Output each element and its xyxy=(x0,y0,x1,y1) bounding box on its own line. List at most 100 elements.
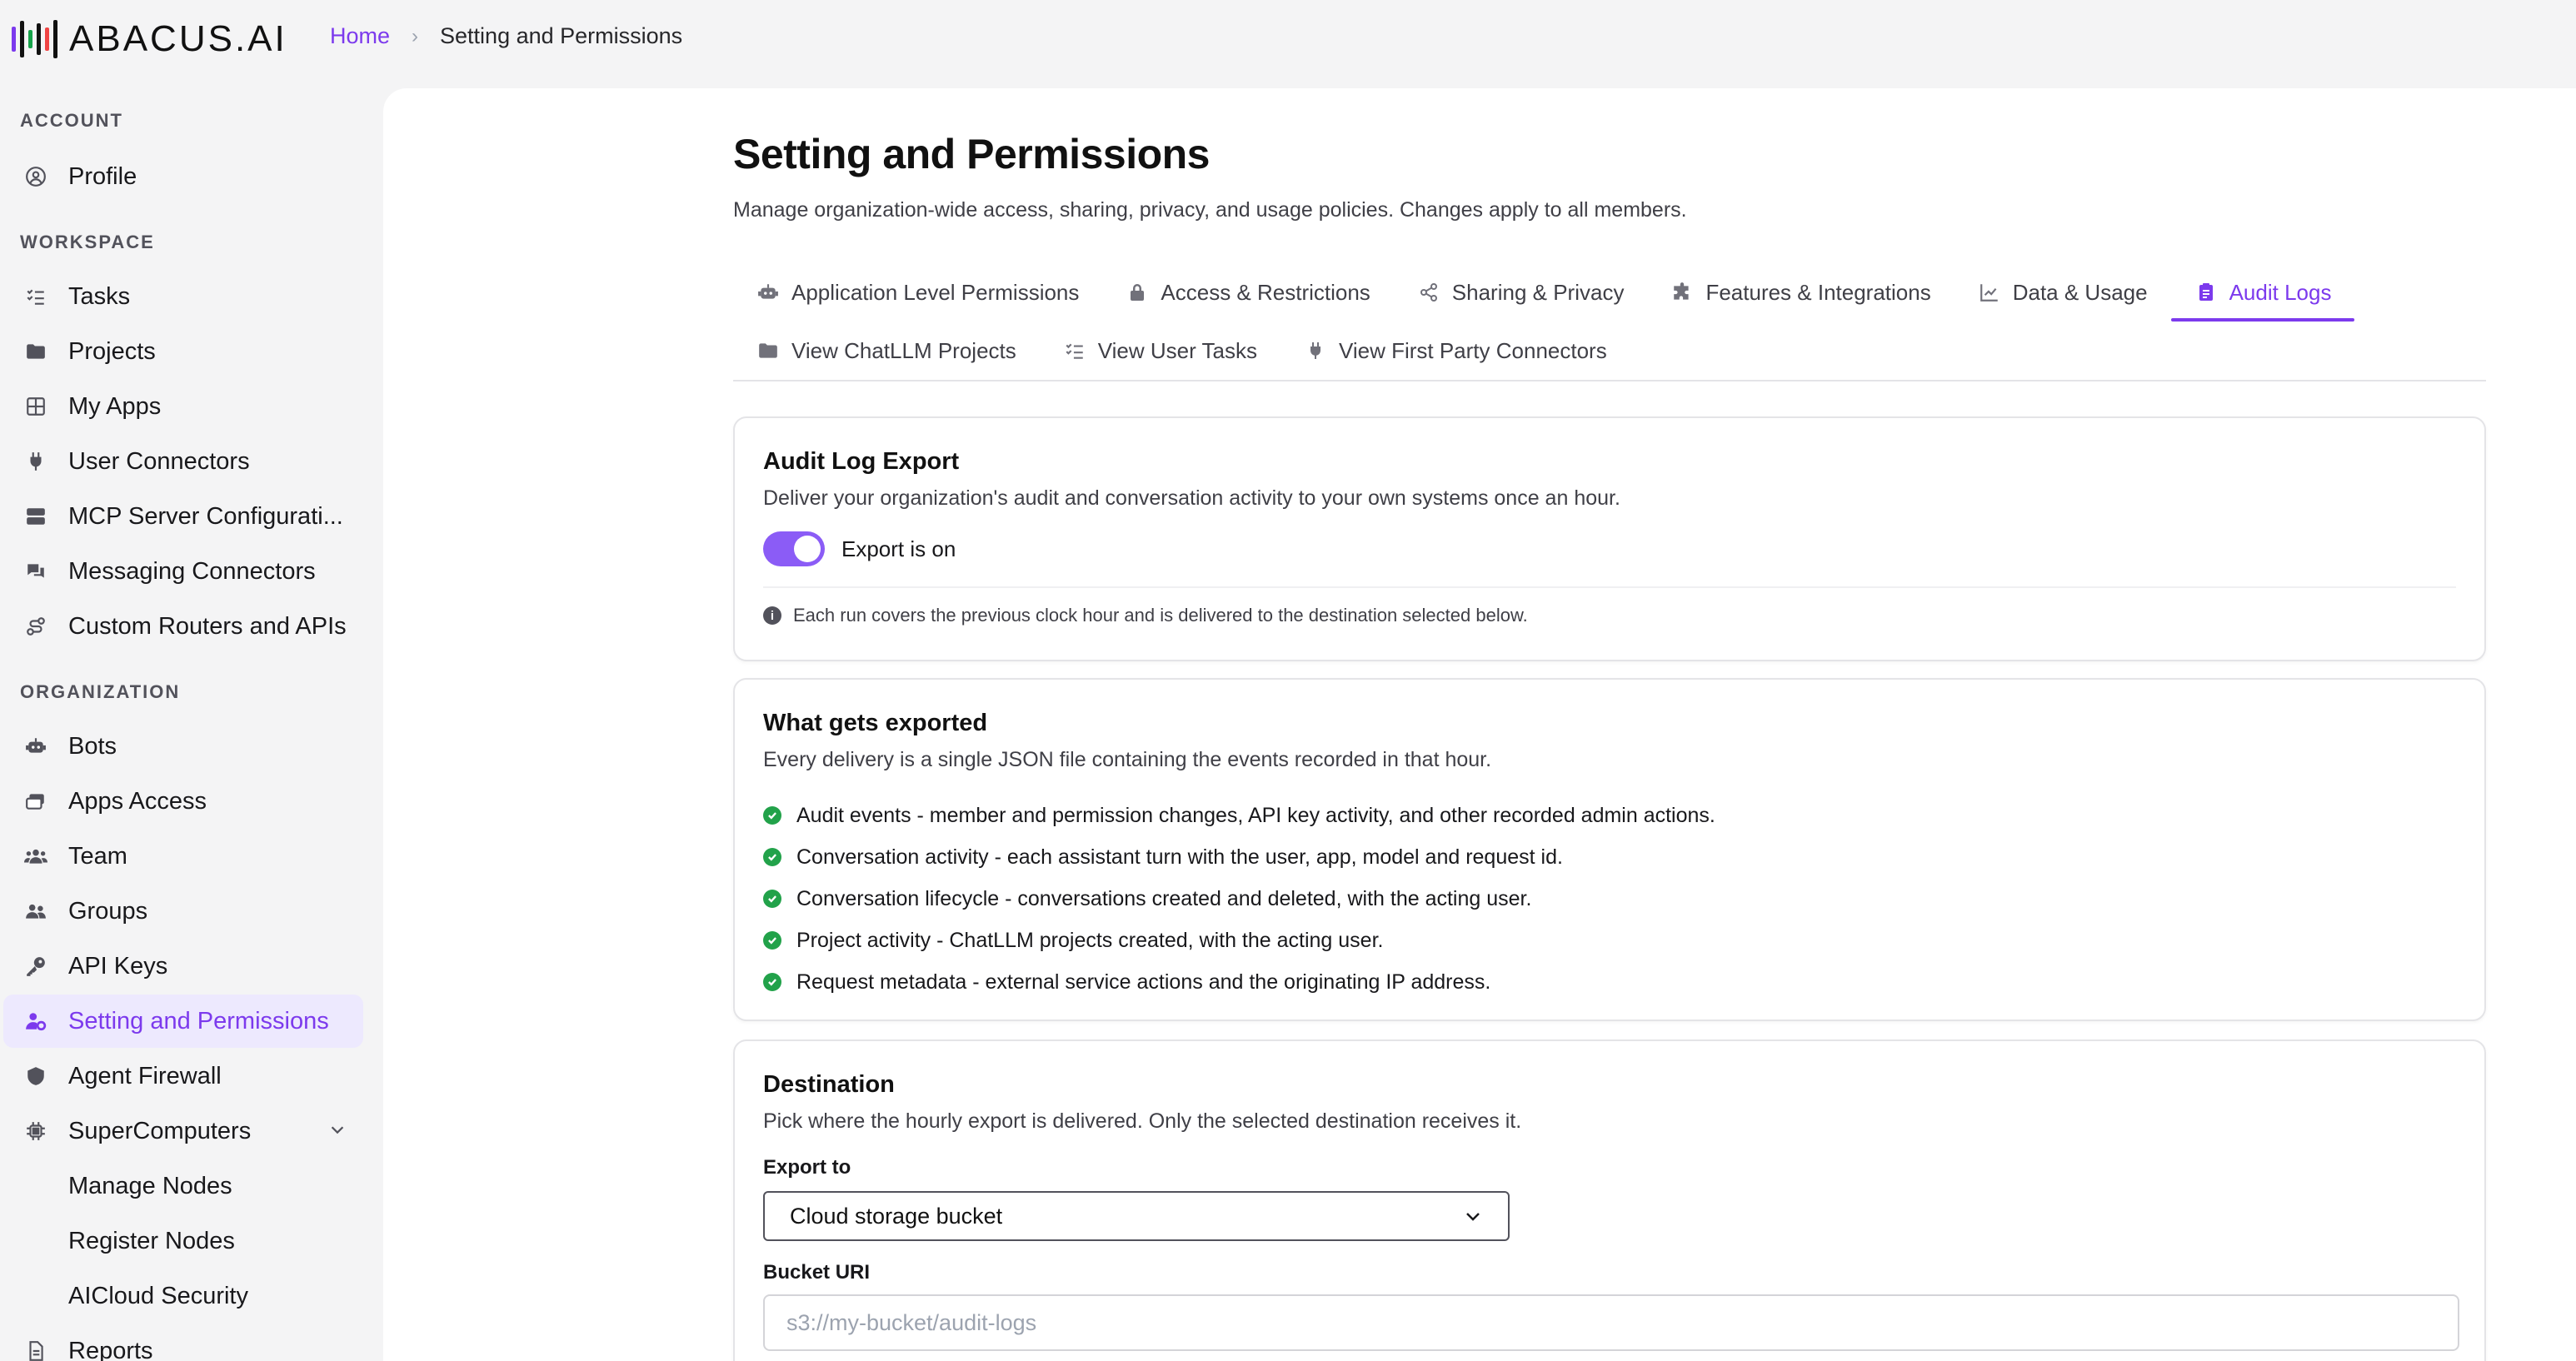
page-title: Setting and Permissions xyxy=(733,131,1210,177)
plug-icon xyxy=(1304,339,1327,362)
sidebar-item-team[interactable]: Team xyxy=(3,830,363,883)
tabs-divider xyxy=(733,380,2486,381)
tab-view-chatllm-projects[interactable]: View ChatLLM Projects xyxy=(733,322,1040,380)
sidebar-item-label: Messaging Connectors xyxy=(68,557,316,585)
tab-application-level-permissions[interactable]: Application Level Permissions xyxy=(733,263,1102,322)
top-bar: ABACUS.AI Home › Setting and Permissions xyxy=(0,0,2576,77)
sidebar-item-user-connectors[interactable]: User Connectors xyxy=(3,435,363,488)
sidebar-item-bots[interactable]: Bots xyxy=(3,720,363,773)
info-note-text: Each run covers the previous clock hour … xyxy=(793,605,1528,626)
groups-icon xyxy=(23,899,48,924)
sidebar-item-manage-nodes[interactable]: Manage Nodes xyxy=(3,1159,363,1213)
shield-icon xyxy=(23,1064,48,1089)
tabs-row-2: View ChatLLM Projects View User Tasks Vi… xyxy=(733,322,1630,380)
tab-label: View User Tasks xyxy=(1097,337,1257,363)
sidebar-item-agent-firewall[interactable]: Agent Firewall xyxy=(3,1049,363,1103)
list-item: Project activity - ChatLLM projects crea… xyxy=(763,920,1715,961)
tab-view-user-tasks[interactable]: View User Tasks xyxy=(1040,322,1281,380)
tab-data-usage[interactable]: Data & Usage xyxy=(1954,263,2171,322)
list-item: Audit events - member and permission cha… xyxy=(763,795,1715,836)
folder-icon xyxy=(23,339,48,364)
chip-icon xyxy=(23,1119,48,1144)
card-description: Every delivery is a single JSON file con… xyxy=(763,748,1492,771)
chevron-down-icon[interactable] xyxy=(328,1118,347,1145)
abacus-logo[interactable]: ABACUS.AI xyxy=(12,18,287,60)
user-gear-icon xyxy=(23,1009,48,1034)
sidebar-item-my-apps[interactable]: My Apps xyxy=(3,380,363,433)
share-icon xyxy=(1417,281,1440,304)
export-toggle[interactable] xyxy=(763,531,825,566)
sidebar-item-reports[interactable]: Reports xyxy=(3,1324,363,1361)
list-item-text: Conversation lifecycle - conversations c… xyxy=(796,886,1532,910)
list-item: Conversation lifecycle - conversations c… xyxy=(763,878,1715,920)
check-circle-icon xyxy=(763,890,781,908)
list-check-icon xyxy=(23,284,48,309)
sidebar-item-setting-and-permissions[interactable]: Setting and Permissions xyxy=(3,995,363,1048)
list-item-text: Conversation activity - each assistant t… xyxy=(796,845,1563,869)
card-title: Destination xyxy=(763,1071,895,1098)
sidebar-item-label: Team xyxy=(68,842,127,870)
sidebar-item-groups[interactable]: Groups xyxy=(3,885,363,938)
divider xyxy=(763,586,2456,588)
chevron-right-icon: › xyxy=(412,24,419,47)
grid-icon xyxy=(23,394,48,419)
bucket-uri-label: Bucket URI xyxy=(763,1261,871,1284)
main-panel: Setting and Permissions Manage organizat… xyxy=(383,88,2576,1361)
list-item-text: Audit events - member and permission cha… xyxy=(796,803,1715,827)
chart-line-icon xyxy=(1978,281,2001,304)
info-icon: i xyxy=(763,606,781,625)
breadcrumb-home-link[interactable]: Home xyxy=(330,23,390,49)
audit-log-export-card: Audit Log Export Deliver your organizati… xyxy=(733,416,2486,661)
sidebar-item-aicloud-security[interactable]: AICloud Security xyxy=(3,1269,363,1323)
sidebar-item-label: My Apps xyxy=(68,392,162,420)
export-toggle-label: Export is on xyxy=(841,536,956,561)
sidebar-item-profile[interactable]: Profile xyxy=(3,150,363,203)
card-description: Pick where the hourly export is delivere… xyxy=(763,1109,1522,1133)
breadcrumb-current: Setting and Permissions xyxy=(440,23,683,48)
tab-label: Audit Logs xyxy=(2229,279,2332,305)
check-circle-icon xyxy=(763,848,781,866)
export-to-select[interactable]: Cloud storage bucket xyxy=(763,1191,1510,1241)
sidebar-item-projects[interactable]: Projects xyxy=(3,325,363,378)
tab-audit-logs[interactable]: Audit Logs xyxy=(2170,263,2355,322)
sidebar-item-label: User Connectors xyxy=(68,447,250,475)
tab-access-restrictions[interactable]: Access & Restrictions xyxy=(1102,263,1393,322)
tab-label: Access & Restrictions xyxy=(1161,279,1370,305)
tab-sharing-privacy[interactable]: Sharing & Privacy xyxy=(1394,263,1648,322)
tab-view-first-party-connectors[interactable]: View First Party Connectors xyxy=(1281,322,1630,380)
tab-features-integrations[interactable]: Features & Integrations xyxy=(1647,263,1954,322)
list-item: Conversation activity - each assistant t… xyxy=(763,836,1715,878)
server-icon xyxy=(23,504,48,529)
sidebar-item-label: Bots xyxy=(68,732,117,760)
tab-label: View First Party Connectors xyxy=(1338,337,1607,363)
section-workspace-heading: WORKSPACE xyxy=(20,232,155,252)
sidebar-item-mcp-server[interactable]: MCP Server Configurati... xyxy=(3,490,363,543)
user-circle-icon xyxy=(23,164,48,189)
sidebar-item-label: Projects xyxy=(68,337,156,365)
tabs-row-1: Application Level Permissions Access & R… xyxy=(733,263,2355,322)
apps-access-icon xyxy=(23,789,48,814)
sidebar: ACCOUNT Profile WORKSPACE Tasks Projects… xyxy=(0,77,383,1361)
bucket-uri-input[interactable] xyxy=(763,1294,2459,1351)
section-organization-heading: ORGANIZATION xyxy=(20,681,181,702)
what-gets-exported-card: What gets exported Every delivery is a s… xyxy=(733,678,2486,1021)
sidebar-item-messaging-connectors[interactable]: Messaging Connectors xyxy=(3,545,363,598)
sidebar-item-tasks[interactable]: Tasks xyxy=(3,270,363,323)
sidebar-item-supercomputers[interactable]: SuperComputers xyxy=(3,1104,363,1158)
breadcrumb: Home › Setting and Permissions xyxy=(330,23,682,49)
sidebar-item-register-nodes[interactable]: Register Nodes xyxy=(3,1214,363,1268)
sidebar-item-custom-routers[interactable]: Custom Routers and APIs xyxy=(3,600,363,653)
info-note: i Each run covers the previous clock hou… xyxy=(763,605,1528,626)
tab-label: Data & Usage xyxy=(2012,279,2148,305)
sidebar-item-label: Reports xyxy=(68,1337,153,1361)
list-item: Request metadata - external service acti… xyxy=(763,961,1715,1003)
sidebar-item-apps-access[interactable]: Apps Access xyxy=(3,775,363,828)
clipboard-icon xyxy=(2194,281,2218,304)
page-subtitle: Manage organization-wide access, sharing… xyxy=(733,198,1687,222)
list-item-text: Request metadata - external service acti… xyxy=(796,970,1491,994)
folder-icon xyxy=(756,339,780,362)
sidebar-item-label: API Keys xyxy=(68,952,168,980)
export-items-list: Audit events - member and permission cha… xyxy=(763,795,1715,1003)
sidebar-item-api-keys[interactable]: API Keys xyxy=(3,940,363,993)
tab-label: View ChatLLM Projects xyxy=(791,337,1016,363)
